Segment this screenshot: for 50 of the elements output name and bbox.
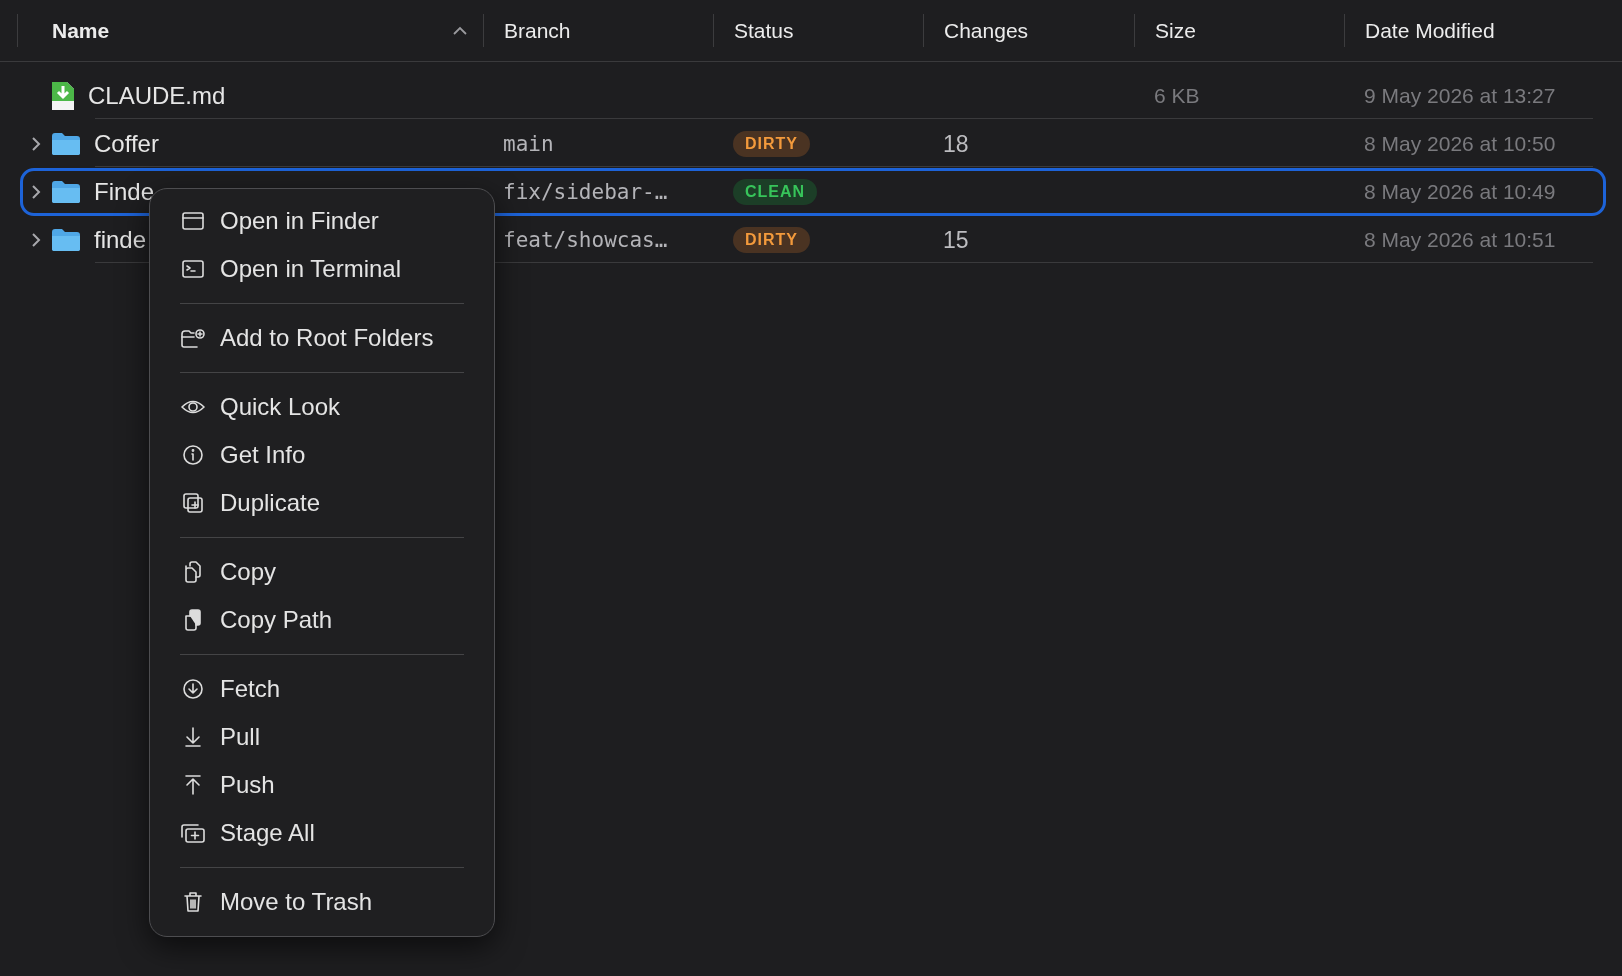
date-modified: 8 May 2026 at 10:51 <box>1364 228 1556 252</box>
table-row[interactable]: Coffer main DIRTY 18 8 May 2026 at 10:50 <box>20 120 1606 168</box>
folder-icon <box>51 180 81 204</box>
table-row[interactable]: CLAUDE.md 6 KB 9 May 2026 at 13:27 <box>20 72 1606 120</box>
change-count: 15 <box>943 226 969 254</box>
menu-item[interactable]: Open in Terminal <box>150 245 494 293</box>
menu-item[interactable]: Stage All <box>150 809 494 857</box>
menu-item[interactable]: Copy Path <box>150 596 494 644</box>
document-icon <box>51 81 75 111</box>
column-header[interactable]: Size <box>1155 18 1196 43</box>
branch-name: main <box>503 132 554 156</box>
date-modified: 8 May 2026 at 10:50 <box>1364 132 1556 156</box>
status-badge: DIRTY <box>733 131 810 157</box>
menu-item[interactable]: Get Info <box>150 431 494 479</box>
menu-item[interactable]: Move to Trash <box>150 878 494 926</box>
chevron-icon[interactable] <box>31 232 41 248</box>
status-badge: DIRTY <box>733 227 810 253</box>
status-badge: CLEAN <box>733 179 818 205</box>
terminal-icon <box>180 257 206 281</box>
menu-item[interactable]: Copy <box>150 548 494 596</box>
duplicate-icon <box>180 491 206 515</box>
download-circle-icon <box>180 677 206 701</box>
chevron-icon[interactable] <box>31 184 41 200</box>
folder-plus-icon <box>180 326 206 350</box>
chevron-icon[interactable] <box>31 136 41 152</box>
column-header[interactable]: Changes <box>944 18 1029 43</box>
menu-item[interactable]: Quick Look <box>150 383 494 431</box>
folder-icon <box>51 228 81 252</box>
folder-icon <box>180 209 206 233</box>
column-header[interactable]: Name <box>52 18 110 43</box>
folder-icon <box>51 132 81 156</box>
info-icon <box>180 443 206 467</box>
file-name: Coffer <box>94 130 159 158</box>
menu-item[interactable]: Add to Root Folders <box>150 314 494 362</box>
menu-item[interactable]: Pull <box>150 713 494 761</box>
date-modified: 8 May 2026 at 10:49 <box>1364 180 1556 204</box>
stack-plus-icon <box>180 821 206 845</box>
date-modified: 9 May 2026 at 13:27 <box>1364 84 1556 108</box>
column-header[interactable]: Date Modified <box>1365 18 1495 43</box>
branch-name: feat/showcas… <box>503 228 668 252</box>
column-header[interactable]: Status <box>734 18 794 43</box>
file-name: finde <box>94 226 147 254</box>
branch-name: fix/sidebar-… <box>503 180 668 204</box>
menu-item[interactable]: Push <box>150 761 494 809</box>
file-size: 6 KB <box>1154 84 1200 108</box>
menu-item[interactable]: Fetch <box>150 665 494 713</box>
file-name: CLAUDE.md <box>88 82 226 110</box>
column-header[interactable]: Branch <box>504 18 571 43</box>
change-count: 18 <box>943 130 969 158</box>
menu-item[interactable]: Duplicate <box>150 479 494 527</box>
